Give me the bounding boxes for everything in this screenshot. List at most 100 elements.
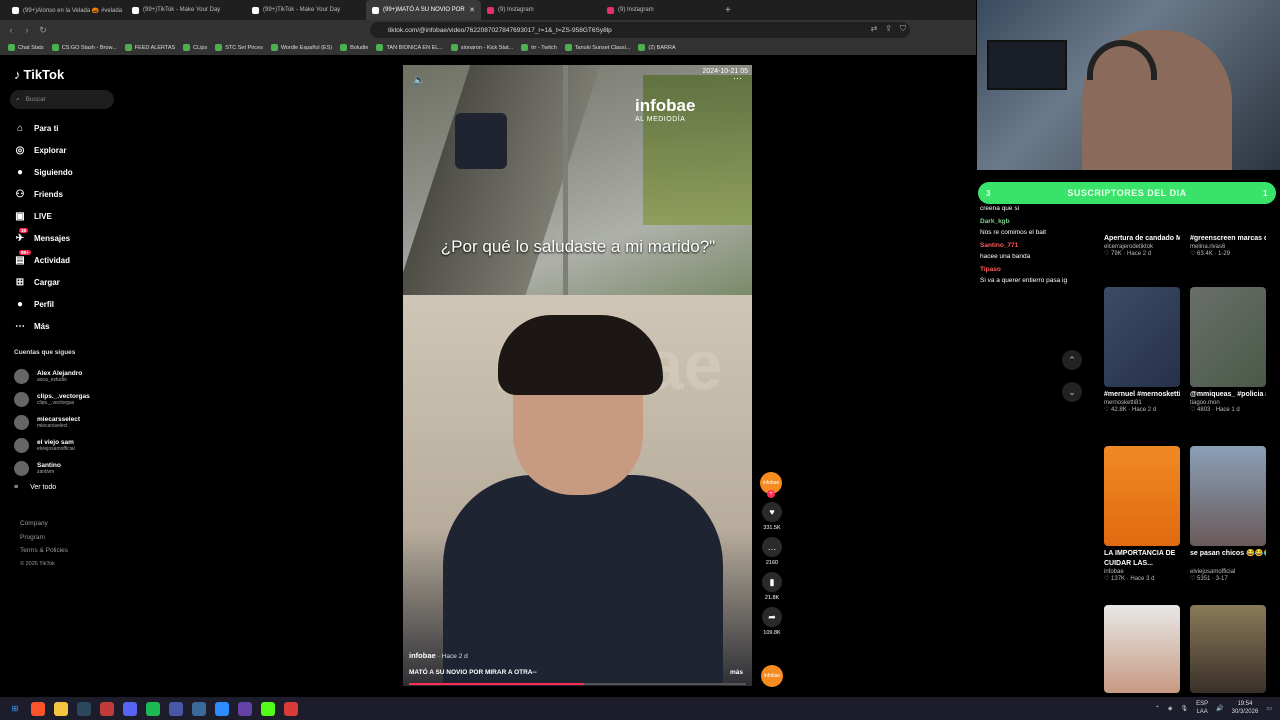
app-icon[interactable] — [215, 701, 229, 716]
kick-icon[interactable] — [261, 701, 275, 716]
nav-item-perfil[interactable]: ● Perfil — [14, 293, 124, 315]
upload-icon: ⊞ — [15, 276, 25, 288]
save-action[interactable]: ▮ 21.8K — [760, 572, 784, 601]
discord-icon[interactable] — [123, 701, 137, 716]
next-video-button[interactable]: ⌄ — [1062, 382, 1082, 402]
folder-icon[interactable] — [54, 701, 68, 716]
video-card[interactable]: @mmiqueas_ #policia #paratí...tiagoo.mon… — [1190, 287, 1266, 413]
notifications-icon[interactable]: ▭ — [1266, 705, 1272, 712]
app-icon[interactable] — [169, 701, 183, 716]
new-tab-button[interactable]: + — [725, 5, 731, 16]
nav-item-siguiendo[interactable]: ● Siguiendo — [14, 161, 124, 183]
nav-item-mensajes[interactable]: ✈ 16 Mensajes — [14, 227, 124, 249]
comment-action[interactable]: … 2160 — [760, 537, 784, 566]
share-action[interactable]: ➦ 109.8K — [760, 607, 784, 636]
back-icon[interactable]: ‹ — [6, 25, 16, 35]
following-account[interactable]: Alex Alejandro aoca_estudio — [14, 365, 124, 388]
video-progress-bar[interactable] — [409, 683, 746, 685]
bookmark[interactable]: Tanuki Sunset Classi... — [564, 44, 630, 51]
browser-tab-active[interactable]: (99+)MATÓ A SU NOVIO POR ✕ — [366, 0, 481, 20]
nav-item-para-ti[interactable]: ⌂ Para ti — [14, 117, 124, 139]
forward-icon[interactable]: › — [22, 25, 32, 35]
brave-icon[interactable] — [31, 701, 45, 716]
see-all-link[interactable]: ≡ Ver todo — [14, 484, 56, 491]
browser-tab[interactable]: (9) Instagram — [601, 0, 721, 20]
video-card[interactable] — [1190, 605, 1266, 693]
steam-icon[interactable] — [77, 701, 91, 716]
browser-tab[interactable]: (99+)Alonso en la Velada 🎃 #velada — [6, 0, 126, 20]
translate-icon[interactable]: ⇄ — [871, 24, 878, 34]
clock[interactable]: 19:54 30/3/2026 — [1232, 700, 1259, 716]
footer-link-company[interactable]: Company — [20, 517, 68, 531]
activity-icon: ▤ 99+ — [15, 250, 31, 266]
author-avatar[interactable]: infobae + — [760, 472, 782, 498]
nav-item-explorar[interactable]: ◎ Explorar — [14, 139, 124, 161]
nav-item-actividad[interactable]: ▤ 99+ Actividad — [14, 249, 124, 271]
nav-item-live[interactable]: ▣ LIVE — [14, 205, 124, 227]
speaker-icon[interactable]: 🔊 — [1216, 705, 1223, 712]
following-account[interactable]: Santino zantivm — [14, 457, 124, 480]
video-card[interactable]: se pasan chicos 😂😂😂😂elviejosamofficial♡ … — [1190, 446, 1266, 582]
nav-item-cargar[interactable]: ⊞ Cargar — [14, 271, 124, 293]
more-options-icon[interactable]: ⋯ — [733, 73, 742, 84]
app-icon[interactable] — [192, 701, 206, 716]
bookmark[interactable]: CS:GO Stash - Brow... — [51, 44, 117, 51]
avatar — [14, 392, 29, 407]
browser-tab[interactable]: (99+)TikTok - Make Your Day — [246, 0, 366, 20]
tiktok-logo[interactable]: ♪ TikTok — [14, 67, 64, 82]
nav-item-friends[interactable]: ⚇ Friends — [14, 183, 124, 205]
following-account[interactable]: clips._.vectorgas clips._.vectorgas — [14, 388, 124, 411]
windows-start-icon[interactable]: ⊞ — [8, 702, 22, 716]
bookmark[interactable]: Chat Stats — [8, 44, 44, 51]
list-icon: ≡ — [14, 484, 19, 491]
brave-shield-icon[interactable]: ⛉ — [900, 24, 906, 34]
bookmark[interactable]: (2) BARRA — [638, 44, 676, 51]
video-player[interactable]: 2024-10-21 05 infobae AL MEDIODÍA 🔈 ⋯ ¿Po… — [403, 65, 752, 686]
video-thumbnail — [1190, 446, 1266, 546]
share-icon[interactable]: ⇪ — [885, 24, 892, 34]
bookmark[interactable]: TAN BIONICA EN EL... — [376, 44, 443, 51]
volume-icon[interactable]: 🔈 — [413, 75, 425, 86]
bookmark[interactable]: trr - Twitch — [521, 44, 557, 51]
more-button[interactable]: más — [730, 669, 743, 676]
video-card[interactable] — [1104, 605, 1180, 693]
language-indicator[interactable]: ESP LAA — [1196, 700, 1208, 716]
reload-icon[interactable]: ↻ — [38, 25, 48, 36]
twitch-icon[interactable] — [238, 701, 252, 716]
app-icon[interactable] — [100, 701, 114, 716]
bookmark[interactable]: CLips — [183, 44, 207, 51]
bookmark[interactable]: Wordle Español (ES) — [270, 44, 332, 51]
pole-scene — [563, 65, 568, 295]
following-account[interactable]: el viejo sam elviejosamofficial — [14, 434, 124, 457]
video-author[interactable]: infobae · Hace 2 d — [409, 651, 468, 660]
video-card[interactable]: Apertura de candado Máster...elcerrajero… — [1104, 231, 1180, 257]
bookmark[interactable]: sionaron - Kick Stat... — [450, 44, 513, 51]
sound-avatar[interactable]: infobae — [761, 665, 783, 687]
follow-plus-icon[interactable]: + — [767, 490, 775, 498]
bookmark[interactable]: FEED ALERTAS — [124, 44, 175, 51]
footer-link-terms[interactable]: Terms & Policies — [20, 544, 68, 558]
chevron-up-icon[interactable]: ⌃ — [1155, 705, 1160, 712]
footer-link-program[interactable]: Program — [20, 531, 68, 545]
nav-item-mas[interactable]: ⋯ Más — [14, 315, 124, 337]
chat-message: creena que si — [980, 205, 1020, 212]
video-description: MATÓ A SU NOVIO POR MIRAR A OTRA-- — [409, 669, 537, 676]
search-input[interactable]: ⌕ Buscar — [10, 90, 114, 109]
recorder-icon[interactable] — [284, 701, 298, 716]
like-action[interactable]: ♥ 331.5K — [760, 502, 784, 531]
previous-video-button[interactable]: ⌃ — [1062, 350, 1082, 370]
network-icon[interactable]: ◈ — [1168, 705, 1173, 712]
close-tab-icon[interactable]: ✕ — [469, 6, 475, 14]
bookmark[interactable]: Boludle — [340, 44, 368, 51]
video-card[interactable]: LA IMPORTANCIA DE CUIDAR LAS... infobae ♡ … — [1104, 446, 1180, 582]
browser-tab[interactable]: (9) Instagram — [481, 0, 601, 20]
video-card[interactable]: #mernuel #mernosketti... mernosketti81 ♡ 4… — [1104, 287, 1180, 413]
compass-icon: ◎ — [15, 144, 25, 156]
browser-tab[interactable]: (99+)TikTok - Make Your Day — [126, 0, 246, 20]
mic-icon[interactable]: 🎙 — [1181, 705, 1189, 712]
bookmark[interactable]: STC Set Prices — [215, 44, 263, 51]
url-input[interactable]: tiktok.com/@infobae/video/76220870278476… — [370, 22, 910, 38]
spotify-icon[interactable] — [146, 701, 160, 716]
following-account[interactable]: miecarsselect miecarsselect — [14, 411, 124, 434]
video-card[interactable]: #greenscreen marcas que se...melina.riva… — [1190, 231, 1266, 257]
